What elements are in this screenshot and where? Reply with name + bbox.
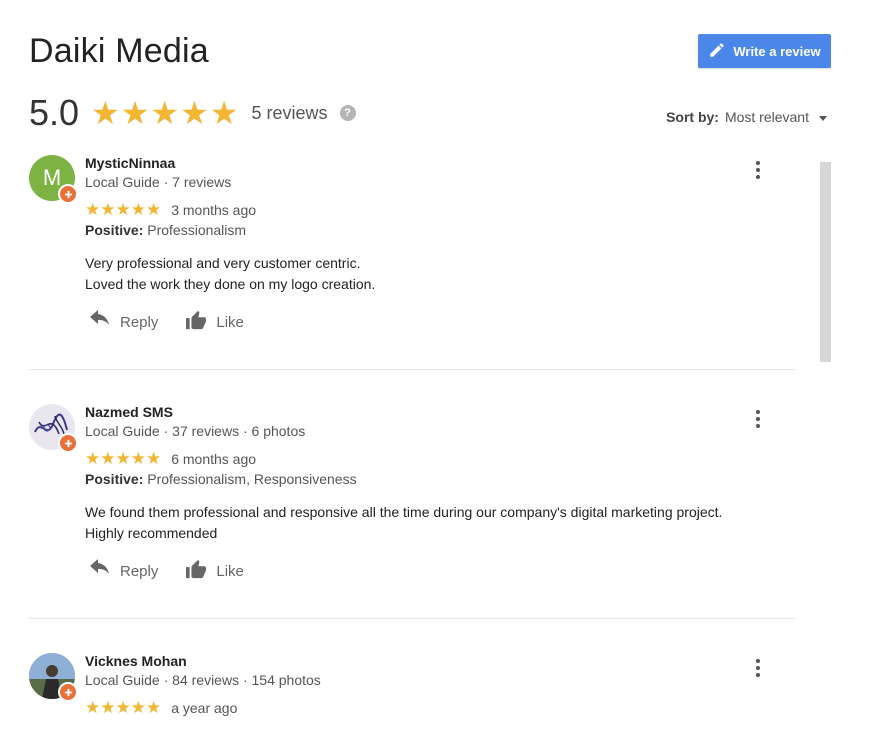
like-button[interactable]: Like bbox=[184, 310, 244, 334]
local-guide-badge-icon bbox=[58, 184, 78, 204]
reply-button[interactable]: Reply bbox=[88, 310, 158, 334]
positive-value: Professionalism, Responsiveness bbox=[147, 471, 357, 487]
reviewer-name[interactable]: Nazmed SMS bbox=[85, 404, 797, 423]
review-text-line: We found them professional and responsiv… bbox=[85, 504, 723, 520]
reviewer-meta: Local Guide · 37 reviews · 6 photos bbox=[85, 423, 306, 439]
review-positive: Positive: Professionalism bbox=[85, 222, 797, 242]
review-stars: ★★★★★ bbox=[85, 698, 162, 717]
like-label: Like bbox=[216, 313, 244, 331]
sort-dropdown[interactable]: Sort by: Most relevant bbox=[666, 109, 827, 125]
caret-down-icon bbox=[819, 115, 827, 121]
review-positive: Positive: Professionalism, Responsivenes… bbox=[85, 471, 797, 491]
avatar[interactable] bbox=[29, 404, 78, 453]
sort-value: Most relevant bbox=[724, 109, 809, 125]
local-guide-badge-icon bbox=[58, 433, 78, 453]
review-text: Very professional and very customer cent… bbox=[85, 253, 797, 295]
more-vert-icon[interactable] bbox=[755, 161, 761, 179]
local-guide-badge-icon bbox=[58, 682, 78, 702]
like-label: Like bbox=[216, 562, 244, 580]
reviewer-meta: Local Guide · 7 reviews bbox=[85, 174, 232, 190]
divider bbox=[29, 369, 796, 370]
review-time: 6 months ago bbox=[171, 451, 257, 467]
reply-label: Reply bbox=[120, 313, 159, 331]
reviews-count[interactable]: 5 reviews bbox=[251, 103, 327, 124]
review-text-line: Very professional and very customer cent… bbox=[85, 255, 361, 271]
review-text-line: Highly recommended bbox=[85, 525, 218, 541]
avatar[interactable]: M bbox=[29, 155, 78, 204]
thumb-up-icon bbox=[184, 310, 208, 334]
page-title: Daiki Media bbox=[29, 32, 209, 70]
write-review-label: Write a review bbox=[733, 43, 821, 59]
reviewer-name[interactable]: MysticNinnaa bbox=[85, 155, 797, 174]
review-text: We found them professional and responsiv… bbox=[85, 502, 797, 544]
pencil-icon bbox=[708, 41, 726, 62]
thumb-up-icon bbox=[184, 559, 208, 583]
positive-label: Positive: bbox=[85, 222, 144, 238]
help-icon[interactable]: ? bbox=[339, 105, 356, 121]
like-button[interactable]: Like bbox=[184, 559, 244, 583]
positive-label: Positive: bbox=[85, 471, 144, 487]
write-review-button[interactable]: Write a review bbox=[698, 34, 831, 68]
more-vert-icon[interactable] bbox=[755, 410, 761, 428]
positive-value: Professionalism bbox=[147, 222, 247, 238]
scrollbar-thumb[interactable] bbox=[820, 162, 831, 362]
reviewer-name[interactable]: Vicknes Mohan bbox=[85, 653, 797, 672]
rating-summary: 5.0 ★★★★★ 5 reviews ? bbox=[29, 92, 356, 134]
review-stars: ★★★★★ bbox=[85, 200, 162, 219]
review-time: 3 months ago bbox=[171, 202, 257, 218]
reply-label: Reply bbox=[120, 562, 159, 580]
avatar[interactable] bbox=[29, 653, 78, 702]
rating-value: 5.0 bbox=[29, 92, 80, 133]
review-stars: ★★★★★ bbox=[85, 449, 162, 468]
reviewer-meta: Local Guide · 84 reviews · 154 photos bbox=[85, 672, 321, 688]
review-time: a year ago bbox=[171, 700, 238, 716]
reply-icon bbox=[88, 559, 112, 583]
sort-label: Sort by: bbox=[666, 109, 719, 125]
more-vert-icon[interactable] bbox=[755, 659, 761, 677]
divider bbox=[29, 618, 796, 619]
review-text-line: Loved the work they done on my logo crea… bbox=[85, 276, 376, 292]
reply-button[interactable]: Reply bbox=[88, 559, 158, 583]
rating-stars: ★★★★★ bbox=[91, 95, 240, 131]
reply-icon bbox=[88, 310, 112, 334]
